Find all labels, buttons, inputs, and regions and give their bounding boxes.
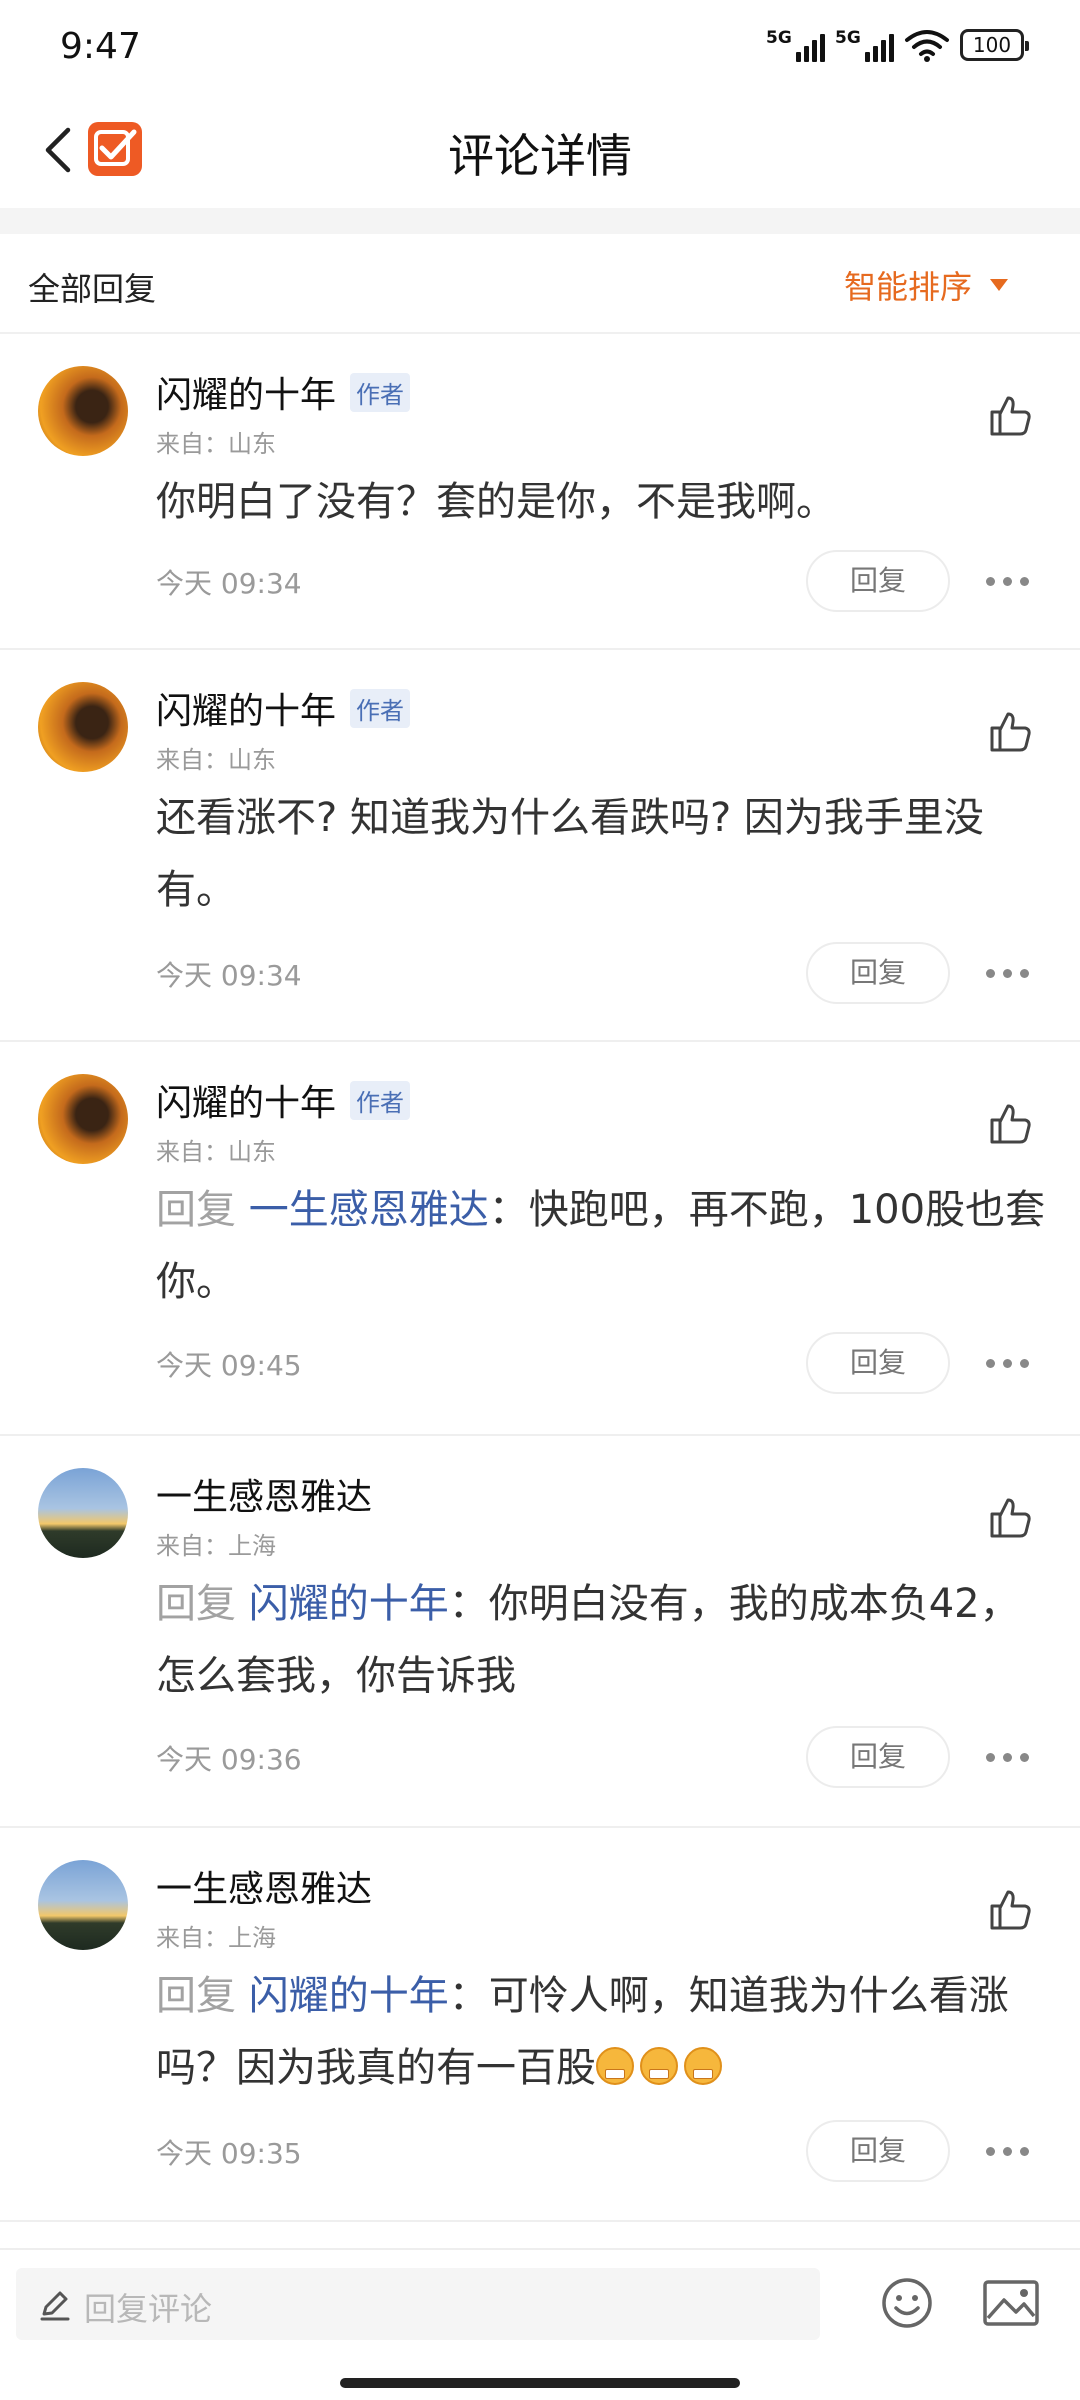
more-icon[interactable]: [986, 2147, 1030, 2159]
comment-text: 回复 闪耀的十年：可怜人啊，知道我为什么看涨吗？因为我真的有一百股: [156, 1960, 1046, 2104]
comment-time: 今天 09:35: [156, 2137, 302, 2170]
image-icon[interactable]: [982, 2278, 1040, 2328]
thumbs-up-icon[interactable]: [986, 708, 1034, 756]
location-label: 来自：山东: [156, 430, 276, 458]
comment-author[interactable]: 闪耀的十年 作者: [156, 682, 411, 734]
more-icon[interactable]: [986, 1753, 1030, 1765]
signal-2-icon: 5G: [835, 28, 894, 62]
thumbs-up-icon[interactable]: [986, 1100, 1034, 1148]
caret-down-icon: [990, 279, 1008, 291]
grin-emoji-icon: [684, 2047, 722, 2085]
avatar[interactable]: [38, 682, 128, 772]
battery-icon: 100: [960, 29, 1029, 61]
comment-time: 今天 09:34: [156, 567, 302, 600]
comment-item: 闪耀的十年 作者 来自：山东 回复 一生感恩雅达：快跑吧，再不跑，100股也套你…: [0, 1044, 1080, 1436]
reply-button[interactable]: 回复: [806, 1726, 950, 1788]
author-name: 闪耀的十年: [156, 375, 337, 416]
reply-button[interactable]: 回复: [806, 1332, 950, 1394]
all-replies-label: 全部回复: [28, 270, 157, 308]
comment-item: 一生感恩雅达 来自：上海 回复 闪耀的十年：可怜人啊，知道我为什么看涨吗？因为我…: [0, 1830, 1080, 2222]
reply-prefix: 回复: [156, 1187, 236, 1233]
grin-emoji-icon: [640, 2047, 678, 2085]
author-badge: 作者: [350, 372, 411, 412]
location-label: 来自：山东: [156, 1138, 276, 1166]
status-bar: 9:47 5G 5G 100: [0, 0, 1080, 96]
comment-input-bar: 回复评论: [0, 2248, 1080, 2400]
network-1-label: 5G: [766, 28, 792, 48]
more-icon[interactable]: [986, 1359, 1030, 1371]
pen-icon: [40, 2291, 70, 2321]
more-icon[interactable]: [986, 969, 1030, 981]
mention-link[interactable]: 闪耀的十年: [249, 1973, 449, 2019]
comment-text: 回复 闪耀的十年：你明白没有，我的成本负42，怎么套我，你告诉我: [156, 1568, 1046, 1712]
reply-button[interactable]: 回复: [806, 2120, 950, 2182]
page-title: 评论详情: [448, 129, 632, 183]
battery-level: 100: [972, 33, 1012, 57]
location-label: 来自：上海: [156, 1532, 276, 1560]
comment-item: 闪耀的十年 作者 来自：山东 你明白了没有？套的是你，不是我啊。 今天 09:3…: [0, 336, 1080, 650]
network-2-label: 5G: [835, 28, 861, 48]
section-divider: [0, 208, 1080, 234]
home-indicator[interactable]: [340, 2378, 740, 2388]
avatar[interactable]: [38, 366, 128, 456]
reply-filter-bar: 全部回复 智能排序: [0, 234, 1080, 334]
thumbs-up-icon[interactable]: [986, 1886, 1034, 1934]
thumbs-up-icon[interactable]: [986, 1494, 1034, 1542]
more-icon[interactable]: [986, 577, 1030, 589]
avatar[interactable]: [38, 1860, 128, 1950]
location-label: 来自：山东: [156, 746, 276, 774]
comment-time: 今天 09:36: [156, 1743, 302, 1776]
nav-bar: 评论详情: [0, 96, 1080, 208]
comment-item: 闪耀的十年 作者 来自：山东 还看涨不? 知道我为什么看跌吗? 因为我手里没有。…: [0, 652, 1080, 1042]
comment-text: 回复 一生感恩雅达：快跑吧，再不跑，100股也套你。: [156, 1174, 1046, 1318]
reply-prefix: 回复: [156, 1973, 236, 2019]
author-badge: 作者: [350, 688, 411, 728]
signal-1-icon: 5G: [766, 28, 825, 62]
comment-author[interactable]: 闪耀的十年 作者: [156, 1074, 411, 1126]
wifi-icon: [905, 30, 949, 62]
comment-content: 你明白了没有？套的是你，不是我啊。: [156, 479, 836, 525]
sort-label: 智能排序: [843, 268, 972, 306]
avatar[interactable]: [38, 1074, 128, 1164]
comment-author[interactable]: 闪耀的十年 作者: [156, 366, 411, 418]
status-time: 9:47: [60, 26, 141, 67]
comment-item: 一生感恩雅达 来自：上海 回复 闪耀的十年：你明白没有，我的成本负42，怎么套我…: [0, 1438, 1080, 1828]
avatar[interactable]: [38, 1468, 128, 1558]
author-name: 闪耀的十年: [156, 691, 337, 732]
comment-text: 你明白了没有？套的是你，不是我啊。: [156, 466, 1046, 538]
author-badge: 作者: [350, 1080, 411, 1120]
comment-text: 还看涨不? 知道我为什么看跌吗? 因为我手里没有。: [156, 782, 1046, 926]
mention-link[interactable]: 一生感恩雅达: [249, 1187, 489, 1233]
comment-time: 今天 09:45: [156, 1349, 302, 1382]
reply-prefix: 回复: [156, 1581, 236, 1627]
thumbs-up-icon[interactable]: [986, 392, 1034, 440]
comment-content: 还看涨不? 知道我为什么看跌吗? 因为我手里没有。: [156, 795, 984, 913]
reply-input-placeholder: 回复评论: [84, 2290, 213, 2328]
reply-input[interactable]: 回复评论: [16, 2268, 820, 2340]
mention-link[interactable]: 闪耀的十年: [249, 1581, 449, 1627]
author-name: 一生感恩雅达: [156, 1869, 373, 1910]
grin-emoji-icon: [596, 2047, 634, 2085]
emoji-icon[interactable]: [880, 2276, 934, 2330]
location-label: 来自：上海: [156, 1924, 276, 1952]
comment-time: 今天 09:34: [156, 959, 302, 992]
comment-author[interactable]: 一生感恩雅达: [156, 1860, 372, 1912]
reply-button[interactable]: 回复: [806, 550, 950, 612]
author-name: 闪耀的十年: [156, 1083, 337, 1124]
status-icons: 5G 5G 100: [766, 28, 1029, 62]
reply-button[interactable]: 回复: [806, 942, 950, 1004]
author-name: 一生感恩雅达: [156, 1477, 373, 1518]
comment-author[interactable]: 一生感恩雅达: [156, 1468, 372, 1520]
sort-dropdown[interactable]: 智能排序: [844, 262, 1008, 308]
